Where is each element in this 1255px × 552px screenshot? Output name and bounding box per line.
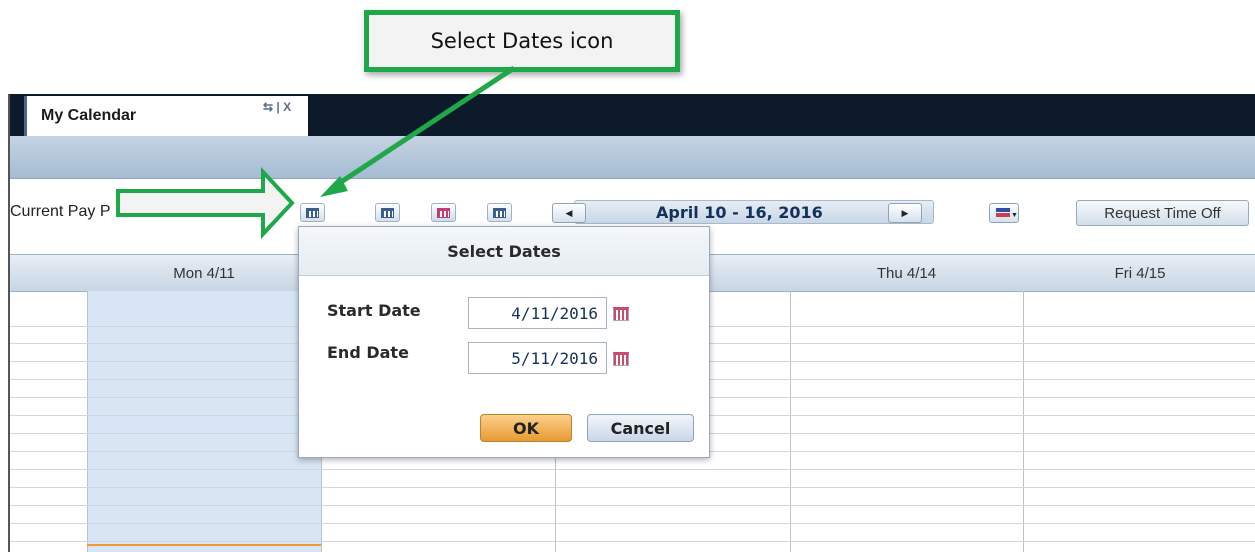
day-header-fri: Fri 4/15 bbox=[1114, 265, 1166, 282]
tab-bar: My Calendar ⇆ | X bbox=[10, 94, 1255, 136]
start-date-picker-icon[interactable] bbox=[613, 307, 629, 321]
cancel-button[interactable]: Cancel bbox=[587, 414, 694, 442]
grid-row-line bbox=[10, 523, 1255, 524]
selected-day-column[interactable] bbox=[87, 291, 321, 552]
dialog-title: Select Dates bbox=[299, 227, 709, 276]
legend-flag-icon[interactable]: ▼ bbox=[989, 203, 1019, 223]
request-time-off-button[interactable]: Request Time Off bbox=[1076, 200, 1249, 226]
calendar-day-icon[interactable] bbox=[487, 203, 512, 222]
grid-row-line bbox=[10, 541, 1255, 542]
next-arrow-icon[interactable]: ▶ bbox=[888, 203, 922, 223]
tab-controls[interactable]: ⇆ | X bbox=[263, 100, 291, 114]
grid-divider bbox=[790, 291, 791, 552]
select-dates-dialog: Select Dates Start Date 4/11/2016 End Da… bbox=[298, 226, 710, 458]
select-dates-icon[interactable] bbox=[300, 203, 325, 222]
end-date-picker-icon[interactable] bbox=[613, 352, 629, 366]
calendar-month-icon[interactable] bbox=[375, 203, 400, 222]
annotation-label: Select Dates icon bbox=[430, 29, 614, 53]
sub-header-bar bbox=[10, 136, 1255, 179]
grid-row-line bbox=[10, 505, 1255, 506]
calendar-week-icon[interactable] bbox=[431, 203, 456, 222]
date-range-label: April 10 - 16, 2016 bbox=[656, 203, 823, 222]
tab-my-calendar[interactable]: My Calendar ⇆ | X bbox=[24, 96, 308, 136]
pay-period-selector[interactable]: Current Pay P bbox=[10, 203, 110, 221]
end-date-field[interactable]: 5/11/2016 bbox=[468, 342, 607, 374]
day-header-thu: Thu 4/14 bbox=[876, 265, 937, 282]
annotation-callout: Select Dates icon bbox=[364, 10, 680, 72]
grid-row-line bbox=[10, 469, 1255, 470]
today-marker bbox=[87, 544, 321, 546]
previous-arrow-icon[interactable]: ◀ bbox=[552, 203, 586, 223]
tab-title: My Calendar bbox=[41, 107, 137, 124]
end-date-label: End Date bbox=[327, 343, 409, 362]
grid-row-line bbox=[10, 487, 1255, 488]
ok-button[interactable]: OK bbox=[480, 414, 572, 442]
start-date-label: Start Date bbox=[327, 301, 421, 320]
start-date-field[interactable]: 4/11/2016 bbox=[468, 297, 607, 329]
grid-divider bbox=[1023, 291, 1024, 552]
grid-divider bbox=[87, 291, 88, 552]
day-header-mon: Mon 4/11 bbox=[173, 265, 235, 282]
